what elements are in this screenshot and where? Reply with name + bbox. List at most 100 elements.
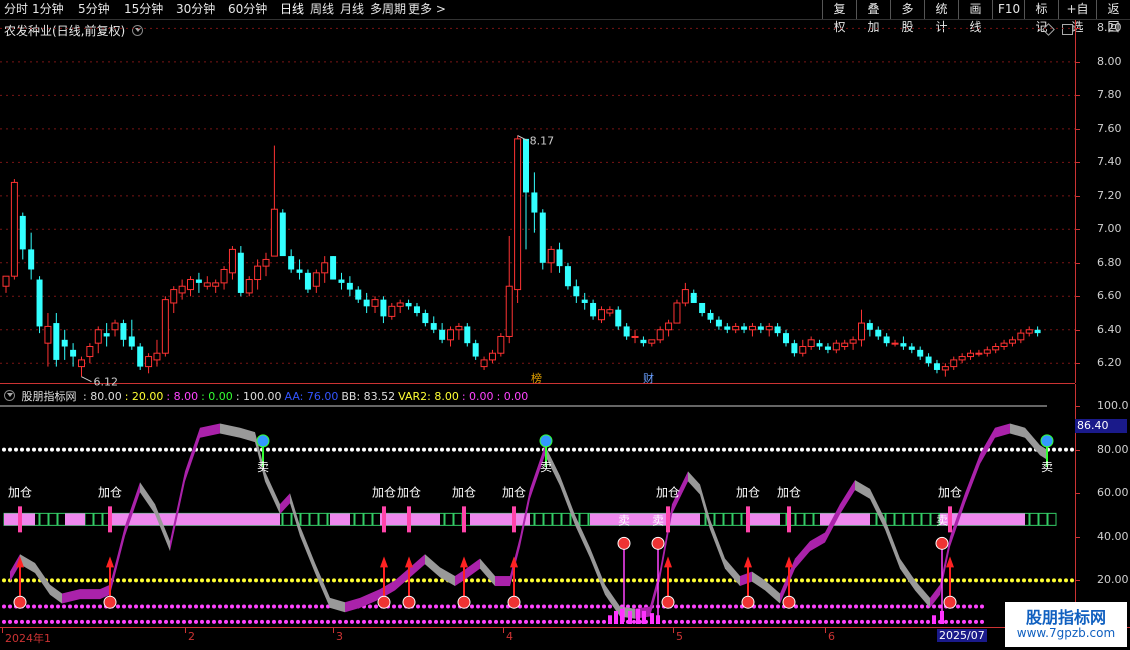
period-tab-10[interactable]: 更多 > xyxy=(408,1,446,17)
level-8-dots xyxy=(50,604,54,609)
level-80-dots xyxy=(764,447,768,452)
oscillator-ribbon xyxy=(495,576,510,587)
level-20-dots xyxy=(842,578,846,583)
toolbar-button-3[interactable]: 统计 xyxy=(924,0,958,34)
level-20-dots xyxy=(812,578,816,583)
period-tab-2[interactable]: 5分钟 xyxy=(78,1,110,17)
toolbar-button-0[interactable]: 复权 xyxy=(822,0,856,34)
level-80-dots xyxy=(848,447,852,452)
level-20-dots xyxy=(572,578,576,583)
oscillator-ribbon xyxy=(1025,427,1040,456)
chart-canvas[interactable]: 8.176.12 榜财加仓 加仓 加仓 加仓 加仓 加仓 加仓 加仓 加仓 加仓卖卖卖卖卖卖 xyxy=(0,20,1075,627)
add-bar xyxy=(666,506,670,533)
buy-arrowhead xyxy=(380,556,388,568)
period-tab-7[interactable]: 周线 xyxy=(310,1,334,17)
candle-down xyxy=(757,326,764,330)
candle-down xyxy=(137,346,144,367)
level-20-dots xyxy=(260,578,264,583)
period-tab-1[interactable]: 1分钟 xyxy=(32,1,64,17)
add-bar xyxy=(18,506,22,533)
level-0-dots xyxy=(398,619,402,624)
period-tab-9[interactable]: 多周期 xyxy=(370,1,406,17)
candle-up xyxy=(86,346,94,358)
candle-up xyxy=(396,302,404,307)
level-80-dots xyxy=(758,447,762,452)
level-80-dots xyxy=(806,447,810,452)
level-0-dots xyxy=(260,619,264,624)
indicator-tick-label: 100.0 xyxy=(1097,399,1129,412)
level-0-dots xyxy=(944,619,948,624)
volume-bar xyxy=(940,610,944,624)
level-80-dots xyxy=(1064,447,1068,452)
candle-down xyxy=(816,343,823,347)
level-0-dots xyxy=(428,619,432,624)
toolbar-button-5[interactable]: F10 xyxy=(992,0,1024,19)
toolbar-button-2[interactable]: 多股 xyxy=(890,0,924,34)
level-8-dots xyxy=(554,604,558,609)
period-tab-0[interactable]: 分时 xyxy=(4,1,28,17)
toolbar-button-6[interactable]: 标记 xyxy=(1024,0,1058,34)
level-0-dots xyxy=(368,619,372,624)
level-0-dots xyxy=(530,619,534,624)
level-80-dots xyxy=(170,447,174,452)
level-20-dots xyxy=(1058,578,1062,583)
level-0-dots xyxy=(278,619,282,624)
candle-up xyxy=(681,289,689,304)
level-0-dots xyxy=(842,619,846,624)
level-0-dots xyxy=(446,619,450,624)
level-0-dots xyxy=(326,619,330,624)
level-8-dots xyxy=(146,604,150,609)
level-80-dots xyxy=(890,447,894,452)
level-20-dots xyxy=(152,578,156,583)
level-8-dots xyxy=(470,604,474,609)
level-20-dots xyxy=(26,578,30,583)
level-80-dots xyxy=(428,447,432,452)
candle-up xyxy=(656,329,664,341)
period-tab-5[interactable]: 60分钟 xyxy=(228,1,267,17)
period-tab-3[interactable]: 15分钟 xyxy=(124,1,163,17)
band-pink xyxy=(820,513,870,526)
price-tick xyxy=(1075,128,1080,130)
period-tab-8[interactable]: 月线 xyxy=(340,1,364,17)
level-20-dots xyxy=(1046,578,1050,583)
level-0-dots xyxy=(176,619,180,624)
level-8-dots xyxy=(188,604,192,609)
level-80-dots xyxy=(1058,447,1062,452)
candle-up xyxy=(245,279,253,294)
candle-up xyxy=(975,352,983,355)
candle-down xyxy=(699,302,706,314)
period-tab-4[interactable]: 30分钟 xyxy=(176,1,215,17)
level-0-dots xyxy=(524,619,528,624)
toolbar-button-7[interactable]: +自选 xyxy=(1058,0,1096,34)
level-0-dots xyxy=(74,619,78,624)
level-8-dots xyxy=(446,604,450,609)
toolbar-button-4[interactable]: 画线 xyxy=(958,0,992,34)
level-0-dots xyxy=(434,619,438,624)
candle-down xyxy=(380,299,387,317)
level-80-dots xyxy=(1016,447,1020,452)
candle-up xyxy=(254,265,262,281)
oscillator-ribbon xyxy=(688,471,700,495)
level-8-dots xyxy=(140,604,144,609)
level-20-dots xyxy=(374,578,378,583)
level-0-dots xyxy=(410,619,414,624)
level-8-dots xyxy=(8,604,12,609)
level-0-dots xyxy=(956,619,960,624)
level-80-dots xyxy=(362,447,366,452)
candle-up xyxy=(321,262,329,274)
level-8-dots xyxy=(206,604,210,609)
oscillator-ribbon xyxy=(125,482,140,536)
level-80-dots xyxy=(560,447,564,452)
toolbar-button-8[interactable]: 返回 xyxy=(1096,0,1130,34)
level-8-dots xyxy=(74,604,78,609)
level-8-dots xyxy=(488,604,492,609)
candle-up xyxy=(765,325,773,331)
level-80-dots xyxy=(656,447,660,452)
toolbar-button-1[interactable]: 叠加 xyxy=(856,0,890,34)
level-20-dots xyxy=(974,578,978,583)
level-0-dots xyxy=(230,619,234,624)
period-tab-6[interactable]: 日线 xyxy=(280,1,304,17)
price-tick xyxy=(1075,195,1080,197)
oscillator-ribbon xyxy=(855,480,870,499)
level-80-dots xyxy=(350,447,354,452)
